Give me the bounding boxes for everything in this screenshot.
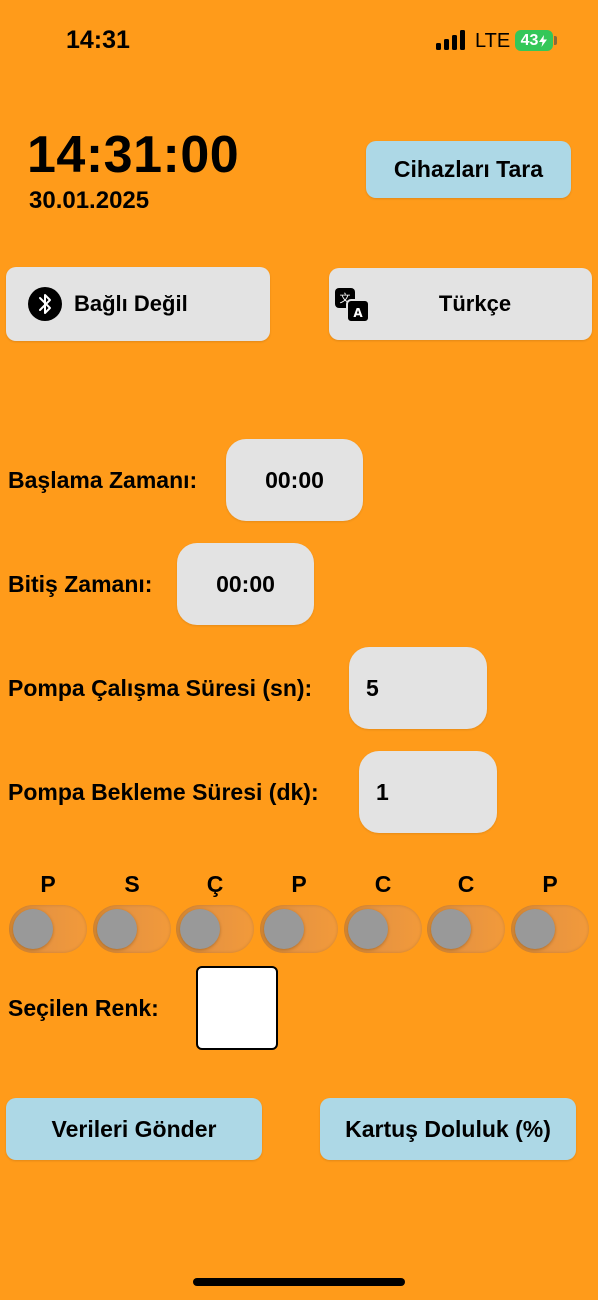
- toggle-knob: [180, 909, 220, 949]
- start-time-label: Başlama Zamanı:: [8, 467, 198, 493]
- day-toggle-monday[interactable]: [9, 905, 87, 953]
- pump-wait-duration-input[interactable]: 1: [359, 751, 497, 833]
- scan-devices-button[interactable]: Cihazları Tara: [366, 141, 571, 198]
- pump-wait-duration-label: Pompa Bekleme Süresi (dk):: [8, 779, 319, 805]
- home-indicator[interactable]: [193, 1278, 405, 1286]
- bluetooth-status-label: Bağlı Değil: [74, 291, 188, 316]
- day-label-friday: C: [374, 871, 392, 897]
- day-label-thursday: P: [291, 871, 307, 897]
- toggle-knob: [348, 909, 388, 949]
- start-time-field[interactable]: 00:00: [226, 439, 363, 521]
- network-type: LTE: [475, 30, 511, 52]
- charging-bolt-icon: [539, 34, 548, 47]
- toggle-knob: [431, 909, 471, 949]
- day-toggle-saturday[interactable]: [427, 905, 505, 953]
- day-label-saturday: C: [457, 871, 475, 897]
- pump-run-duration-input[interactable]: 5: [349, 647, 487, 729]
- status-bar-time: 14:31: [66, 26, 130, 54]
- day-toggle-wednesday[interactable]: [176, 905, 254, 953]
- send-data-button[interactable]: Verileri Gönder: [6, 1098, 262, 1160]
- svg-text:A: A: [353, 306, 363, 320]
- battery-icon: 43: [515, 30, 553, 51]
- day-label-tuesday: S: [124, 871, 140, 897]
- end-time-label: Bitiş Zamanı:: [8, 571, 153, 597]
- day-label-monday: P: [40, 871, 56, 897]
- battery-level: 43: [520, 31, 539, 49]
- day-toggle-thursday[interactable]: [260, 905, 338, 953]
- toggle-knob: [13, 909, 53, 949]
- translate-icon: 文 A: [334, 287, 370, 323]
- bluetooth-icon: [28, 287, 62, 321]
- bluetooth-status-button[interactable]: Bağlı Değil: [6, 267, 270, 341]
- day-toggle-friday[interactable]: [344, 905, 422, 953]
- end-time-field[interactable]: 00:00: [177, 543, 314, 625]
- selected-color-swatch[interactable]: [196, 966, 278, 1050]
- current-time: 14:31:00: [27, 126, 240, 184]
- battery-cap: [554, 36, 557, 45]
- day-label-sunday: P: [542, 871, 558, 897]
- toggle-knob: [97, 909, 137, 949]
- cartridge-level-button[interactable]: Kartuş Doluluk (%): [320, 1098, 576, 1160]
- pump-run-duration-label: Pompa Çalışma Süresi (sn):: [8, 675, 313, 701]
- selected-color-label: Seçilen Renk:: [8, 995, 159, 1021]
- day-toggle-tuesday[interactable]: [93, 905, 171, 953]
- toggle-knob: [515, 909, 555, 949]
- day-label-wednesday: Ç: [206, 871, 224, 897]
- cellular-signal-icon: [436, 30, 466, 50]
- toggle-knob: [264, 909, 304, 949]
- day-toggle-sunday[interactable]: [511, 905, 589, 953]
- current-date: 30.01.2025: [29, 187, 150, 214]
